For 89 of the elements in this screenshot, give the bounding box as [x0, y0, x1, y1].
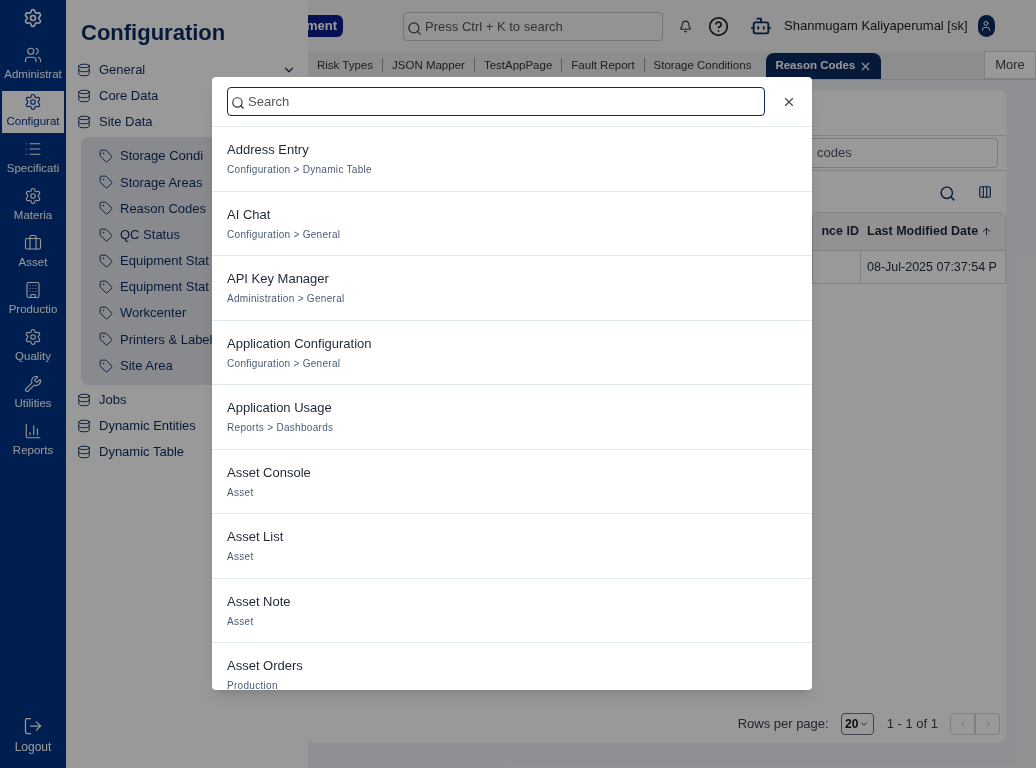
- tag-icon: [99, 149, 113, 164]
- search-result[interactable]: Application Configuration Configuration > General: [212, 320, 812, 385]
- table-cell-text: 08-Jul-2025 07:37:54 P: [866, 258, 998, 276]
- result-path: Configuration > Dynamic Table: [227, 163, 373, 177]
- result-title: Asset Console: [227, 463, 312, 482]
- database-icon: [77, 89, 91, 103]
- tab[interactable]: Risk Types: [308, 53, 383, 79]
- briefcase-icon: [24, 234, 42, 253]
- search-result[interactable]: Address Entry Configuration > Dynamic Table: [212, 127, 812, 192]
- tag-icon: [99, 175, 113, 190]
- result-path: Reports > Dashboards: [227, 421, 335, 435]
- tab[interactable]: Storage Conditions: [644, 53, 761, 79]
- search-result[interactable]: Application Usage Reports > Dashboards: [212, 385, 812, 450]
- database-icon: [77, 444, 91, 459]
- tag-icon: [99, 201, 113, 216]
- global-search-field[interactable]: Press Ctrl + K to search: [403, 11, 664, 41]
- rail-item[interactable]: Specificati: [2, 138, 64, 180]
- rail-item[interactable]: Quality: [2, 326, 64, 368]
- rows-per-page-label: Rows per page:: [737, 715, 829, 734]
- result-path: Asset: [227, 550, 255, 564]
- rail-item[interactable]: Materia: [2, 185, 64, 227]
- rail-item[interactable]: Reports: [2, 420, 64, 462]
- more-button[interactable]: More: [984, 51, 1036, 79]
- rail-item[interactable]: Productio: [2, 279, 64, 321]
- database-icon: [77, 392, 91, 407]
- result-path: Production: [227, 679, 279, 690]
- chevron-down-icon: [859, 719, 870, 729]
- database-icon: [77, 418, 91, 433]
- users-icon: [24, 46, 42, 65]
- bar-chart-icon: [24, 422, 42, 441]
- database-icon: [77, 115, 91, 129]
- result-path: Asset: [227, 485, 255, 500]
- result-title: AI Chat: [227, 205, 272, 224]
- rail-item[interactable]: Configurat: [2, 91, 64, 133]
- help-icon[interactable]: [708, 15, 730, 37]
- avatar-icon[interactable]: [977, 15, 995, 37]
- dialog-search-field[interactable]: Search: [227, 87, 765, 116]
- result-title: Asset List: [227, 528, 285, 546]
- result-path: Configuration > General: [227, 227, 342, 242]
- search-result[interactable]: Asset Orders Production: [212, 643, 812, 690]
- result-path: Configuration > General: [227, 356, 342, 371]
- sort-arrow-icon: [981, 226, 993, 237]
- result-title: Application Configuration: [227, 334, 373, 353]
- gear-icon: [24, 328, 42, 347]
- search-result[interactable]: API Key Manager Administration > General: [212, 256, 812, 321]
- search-icon: [407, 20, 423, 36]
- robot-icon[interactable]: [750, 15, 773, 37]
- tab[interactable]: TestAppPage: [474, 53, 562, 79]
- rail-item[interactable]: Administrat: [2, 44, 64, 86]
- tag-icon: [99, 332, 113, 347]
- tag-icon: [99, 253, 113, 268]
- gear-icon: [24, 93, 42, 112]
- tag-icon: [99, 227, 113, 242]
- columns-settings-icon[interactable]: [978, 185, 992, 199]
- logout-button[interactable]: Logout: [14, 716, 52, 756]
- column-header[interactable]: Last Modified Date: [861, 222, 1005, 241]
- user-name: Shanmugam Kaliyaperumal [sk]: [784, 17, 968, 36]
- tag-icon: [99, 358, 113, 373]
- search-result[interactable]: Asset Console Asset: [212, 449, 812, 514]
- gear-icon: [24, 187, 42, 206]
- page-range: 1 - 1 of 1: [886, 715, 938, 734]
- bell-icon[interactable]: [679, 19, 693, 33]
- logout-icon: [23, 716, 43, 736]
- tab[interactable]: JSON Mapper: [383, 53, 474, 79]
- column-header[interactable]: nce ID: [813, 222, 861, 241]
- search-result[interactable]: Asset List Asset: [212, 514, 812, 579]
- tab[interactable]: Fault Report: [562, 53, 644, 79]
- tag-icon: [99, 306, 113, 321]
- rows-per-page-select[interactable]: 20: [840, 713, 874, 735]
- result-title: Address Entry: [227, 141, 310, 159]
- result-path: Asset: [227, 614, 255, 629]
- search-result[interactable]: Asset Note Asset: [212, 578, 812, 643]
- result-title: Application Usage: [227, 399, 333, 417]
- rail-item[interactable]: Utilities: [2, 373, 64, 415]
- result-path: Administration > General: [227, 292, 346, 306]
- sidebar-item[interactable]: General: [77, 57, 300, 83]
- rail-item[interactable]: Asset: [2, 232, 64, 274]
- building-icon: [24, 281, 42, 300]
- search-icon[interactable]: [939, 185, 956, 202]
- result-title: Asset Orders: [227, 657, 304, 675]
- database-icon: [77, 63, 91, 77]
- logo-icon: [23, 8, 43, 28]
- sidebar-title: Configuration: [80, 19, 227, 47]
- search-result[interactable]: AI Chat Configuration > General: [212, 191, 812, 256]
- search-icon: [231, 96, 245, 110]
- wrench-icon: [24, 375, 42, 394]
- tag-icon: [99, 280, 113, 295]
- tab[interactable]: Reason Codes: [766, 53, 882, 79]
- result-title: Asset Note: [227, 592, 292, 611]
